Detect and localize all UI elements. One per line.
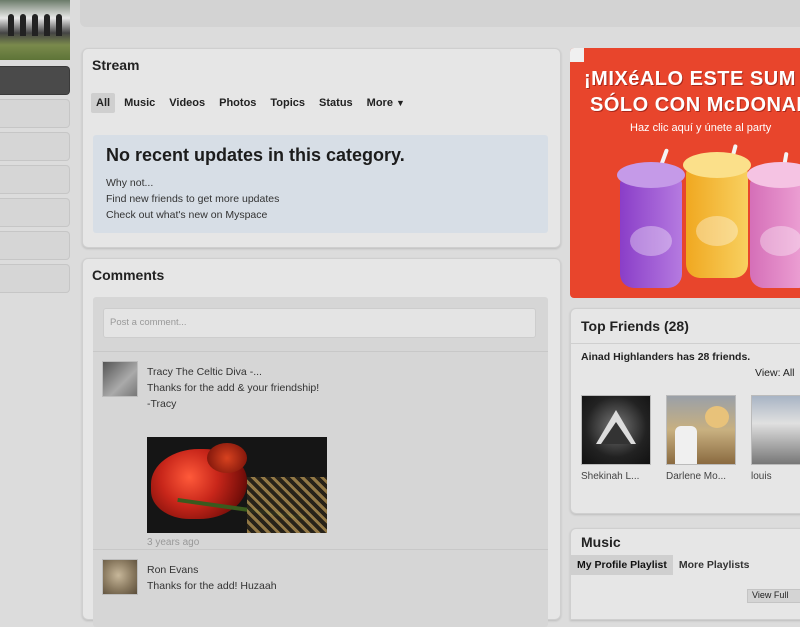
avatar[interactable] [102, 361, 138, 397]
comment-input[interactable]: Post a comment... [103, 308, 536, 338]
whats-new-link[interactable]: Check out what's new on Myspace [106, 207, 279, 223]
tab-all[interactable]: All [91, 93, 116, 113]
stream-title: Stream [92, 57, 140, 73]
friend-photo[interactable] [666, 395, 736, 465]
top-friends-title[interactable]: Top Friends (28) [581, 318, 689, 334]
empty-state: No recent updates in this category. Why … [93, 135, 548, 233]
ad-headline: ¡MIXéALO ESTE SUM [584, 68, 796, 90]
view-full-button[interactable]: View Full [747, 589, 800, 603]
friends-count: Ainad Highlanders has 28 friends. [581, 351, 751, 363]
left-nav-item[interactable] [0, 99, 70, 128]
comment-author[interactable]: Tracy The Celtic Diva -... [147, 364, 319, 380]
stream-panel: Stream All Music Videos Photos Topics St… [82, 48, 561, 248]
smoothie-cup-image [747, 162, 800, 288]
friend-name[interactable]: Shekinah L... [581, 471, 653, 482]
find-friends-link[interactable]: Find new friends to get more updates [106, 191, 279, 207]
friend-card[interactable]: Darlene Mo... [666, 395, 738, 482]
ad-subtext: Haz clic aquí y únete al party [630, 122, 772, 134]
tab-videos[interactable]: Videos [164, 93, 210, 113]
comment-image[interactable] [147, 437, 327, 533]
empty-state-line: Why not... [106, 177, 154, 189]
tab-my-profile-playlist[interactable]: My Profile Playlist [571, 555, 673, 575]
ad-headline-2: SÓLO CON McDONAL [590, 94, 800, 116]
comment-author[interactable]: Ron Evans [147, 562, 277, 578]
ad-choices-icon[interactable] [570, 48, 584, 62]
comment-list: Post a comment... Tracy The Celtic Diva … [93, 297, 548, 627]
stream-tabs: All Music Videos Photos Topics Status Mo… [91, 93, 414, 113]
divider [93, 549, 548, 550]
friend-photo[interactable] [581, 395, 651, 465]
view-all-link[interactable]: View: All [755, 367, 795, 379]
divider [93, 351, 548, 352]
advertisement[interactable]: ¡MIXéALO ESTE SUM SÓLO CON McDONAL Haz c… [570, 48, 800, 298]
music-panel: Music My Profile Playlist More Playlists… [570, 528, 800, 620]
tab-more-label: More [366, 97, 393, 109]
tab-status[interactable]: Status [314, 93, 358, 113]
tab-photos[interactable]: Photos [214, 93, 261, 113]
left-nav-item[interactable] [0, 165, 70, 194]
profile-photo[interactable] [0, 0, 70, 60]
top-friends-panel: Top Friends (28) Ainad Highlanders has 2… [570, 308, 800, 514]
avatar[interactable] [102, 559, 138, 595]
comment-text: Thanks for the add & your friendship! [147, 382, 320, 394]
friend-card[interactable]: louis [751, 395, 800, 482]
comment-time: 3 years ago [147, 537, 200, 548]
friend-name[interactable]: louis [751, 471, 800, 482]
music-title: Music [581, 534, 621, 550]
tab-music[interactable]: Music [119, 93, 160, 113]
comment-text: -Tracy [147, 398, 177, 410]
tab-more[interactable]: More ▼ [362, 93, 410, 113]
comment-text: Thanks for the add! Huzaah [147, 580, 277, 592]
left-nav-item[interactable] [0, 198, 70, 227]
left-nav-item[interactable] [0, 264, 70, 293]
friend-photo[interactable] [751, 395, 800, 465]
left-nav-item[interactable] [0, 231, 70, 260]
caret-down-icon: ▼ [395, 98, 405, 108]
tab-topics[interactable]: Topics [265, 93, 310, 113]
comments-panel: Comments Post a comment... Tracy The Cel… [82, 258, 561, 627]
smoothie-cup-image [617, 162, 685, 288]
friend-card[interactable]: Shekinah L... [581, 395, 653, 482]
top-bar [80, 0, 800, 27]
left-nav-item[interactable] [0, 132, 70, 161]
smoothie-cup-image [683, 152, 751, 278]
tab-more-playlists[interactable]: More Playlists [673, 555, 756, 575]
left-nav-item-active[interactable] [0, 66, 70, 95]
left-nav [0, 66, 70, 297]
empty-state-title: No recent updates in this category. [106, 145, 405, 165]
comments-title: Comments [92, 267, 165, 283]
friend-name[interactable]: Darlene Mo... [666, 471, 738, 482]
